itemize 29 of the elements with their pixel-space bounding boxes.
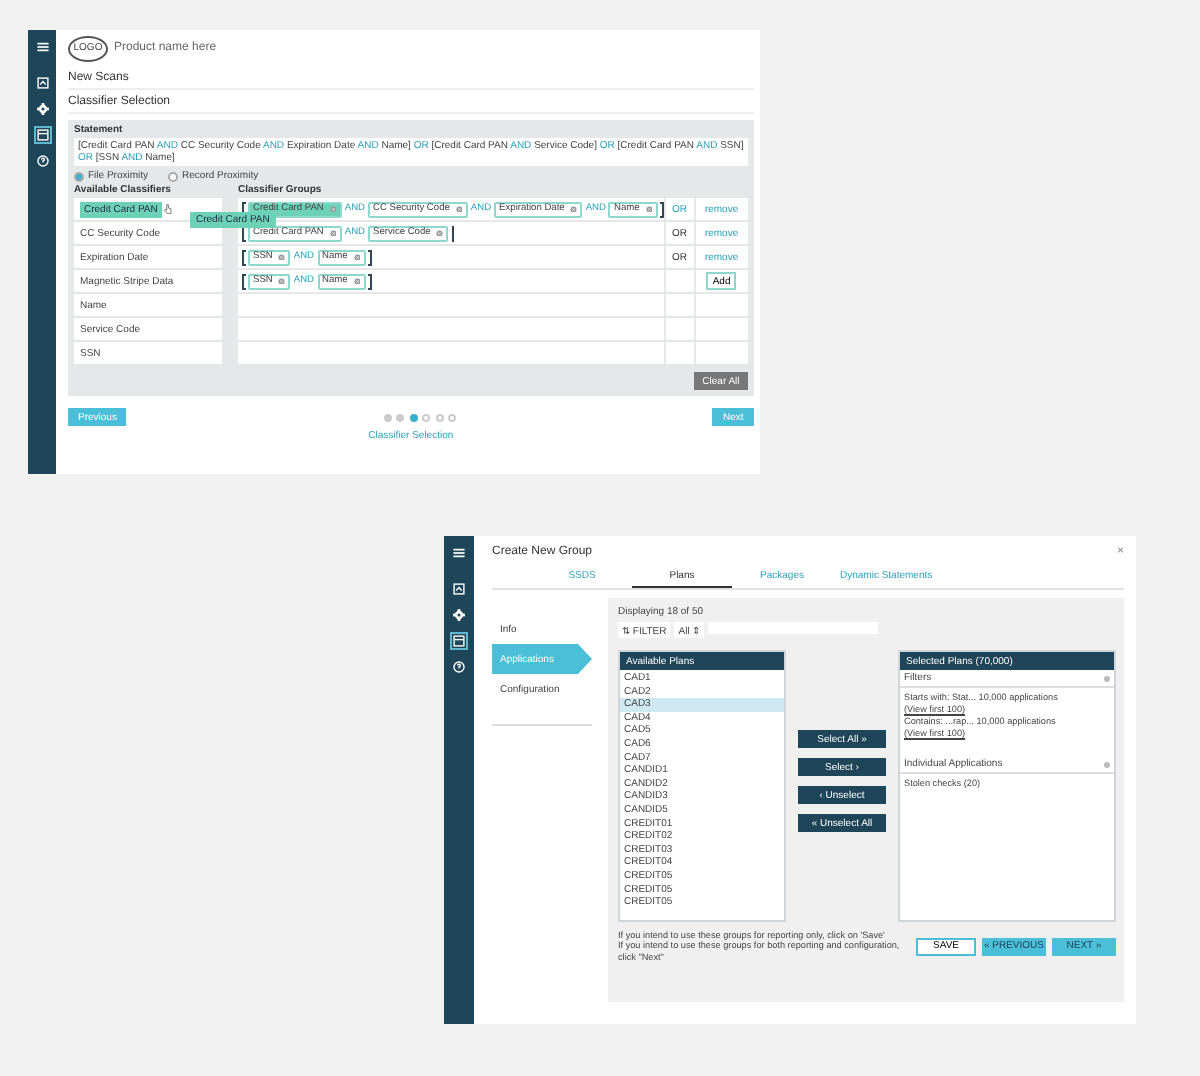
step-dot[interactable]: [383, 413, 392, 421]
gear-icon[interactable]: [452, 608, 466, 622]
remove-icon[interactable]: [570, 205, 578, 213]
window-icon[interactable]: [35, 128, 49, 142]
step-dot[interactable]: [422, 413, 431, 421]
step-dot[interactable]: [448, 413, 457, 421]
window-icon[interactable]: [452, 634, 466, 648]
image-icon[interactable]: [35, 76, 49, 90]
hand-cursor-icon: [163, 204, 172, 214]
menu-icon[interactable]: [35, 40, 49, 54]
help-icon[interactable]: [452, 660, 466, 674]
help-icon[interactable]: [35, 154, 49, 168]
remove-icon[interactable]: [353, 253, 361, 261]
collapse-icon[interactable]: [1104, 675, 1110, 681]
collapse-icon[interactable]: [1104, 761, 1110, 767]
menu-icon[interactable]: [452, 546, 466, 560]
remove-icon[interactable]: [278, 277, 286, 285]
gear-icon[interactable]: [35, 102, 49, 116]
remove-icon[interactable]: [329, 229, 337, 237]
remove-icon[interactable]: [645, 205, 653, 213]
remove-icon[interactable]: [353, 277, 361, 285]
remove-icon[interactable]: [436, 229, 444, 237]
remove-icon[interactable]: [455, 205, 463, 213]
remove-icon[interactable]: [329, 205, 337, 213]
step-dot[interactable]: [435, 413, 444, 421]
image-icon[interactable]: [452, 582, 466, 596]
remove-icon[interactable]: [278, 253, 286, 261]
step-dot[interactable]: [396, 413, 405, 421]
step-dot[interactable]: [409, 413, 418, 421]
